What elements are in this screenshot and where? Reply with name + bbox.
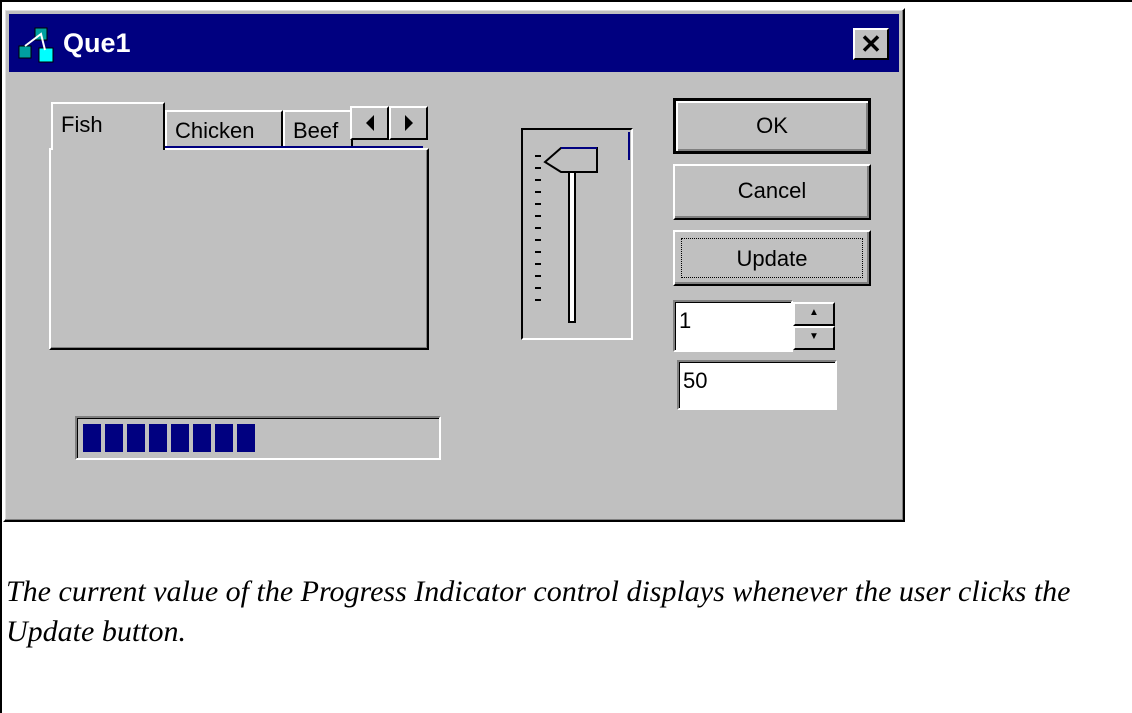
close-button[interactable]: ✕	[853, 28, 889, 60]
vertical-slider[interactable]	[521, 128, 633, 340]
spin-buttons: ▲ ▼	[793, 302, 835, 350]
arrow-left-icon	[365, 115, 374, 131]
progress-segment	[171, 424, 189, 452]
tab-label: Beef	[293, 118, 339, 143]
tab-fish[interactable]: Fish	[51, 102, 165, 150]
arrow-down-icon: ▼	[809, 331, 819, 342]
progress-segment	[237, 424, 255, 452]
tab-scroll-left-button[interactable]	[350, 106, 389, 140]
tab-chicken[interactable]: Chicken	[165, 110, 283, 148]
slider-track	[568, 159, 576, 323]
update-button-label: Update	[736, 246, 808, 271]
caption-text: The current value of the Progress Indica…	[6, 575, 1071, 648]
dialog-window: Que1 ✕ Chicken Beef Fish OK Cancel Updat…	[3, 8, 905, 522]
progress-segment	[193, 424, 211, 452]
slider-ticks	[535, 155, 541, 301]
window-title: Que1	[63, 28, 131, 58]
progress-segment	[127, 424, 145, 452]
close-icon: ✕	[860, 29, 882, 59]
ok-button-label: OK	[756, 113, 788, 138]
tab-label: Chicken	[175, 118, 255, 143]
tab-panel	[49, 148, 429, 350]
arrow-up-icon: ▲	[809, 307, 819, 318]
tab-beef[interactable]: Beef	[283, 110, 353, 148]
tab-scroll-arrows	[350, 106, 428, 140]
cancel-button-label: Cancel	[737, 178, 807, 203]
progress-segment	[83, 424, 101, 452]
slider-graphic	[535, 132, 630, 323]
ok-button[interactable]: OK	[673, 98, 871, 154]
arrow-right-icon	[404, 115, 413, 131]
spin-up-button[interactable]: ▲	[793, 302, 835, 326]
tab-label: Fish	[61, 112, 103, 137]
title-bar[interactable]: Que1 ✕	[9, 14, 899, 72]
tab-scroll-right-button[interactable]	[389, 106, 428, 140]
slider-thumb[interactable]	[543, 147, 598, 173]
app-icon	[18, 27, 54, 63]
update-button[interactable]: Update	[673, 230, 871, 286]
value-field[interactable]: 50	[677, 360, 837, 410]
value-text: 50	[683, 368, 708, 393]
spin-value: 1	[679, 308, 692, 333]
spin-input[interactable]: 1	[673, 300, 793, 352]
progress-fill	[83, 424, 255, 452]
progress-segment	[105, 424, 123, 452]
cancel-button[interactable]: Cancel	[673, 164, 871, 220]
spin-down-button[interactable]: ▼	[793, 326, 835, 350]
progress-segment	[149, 424, 167, 452]
focus-rect: Update	[681, 238, 863, 278]
progress-bar	[75, 416, 441, 460]
progress-segment	[215, 424, 233, 452]
